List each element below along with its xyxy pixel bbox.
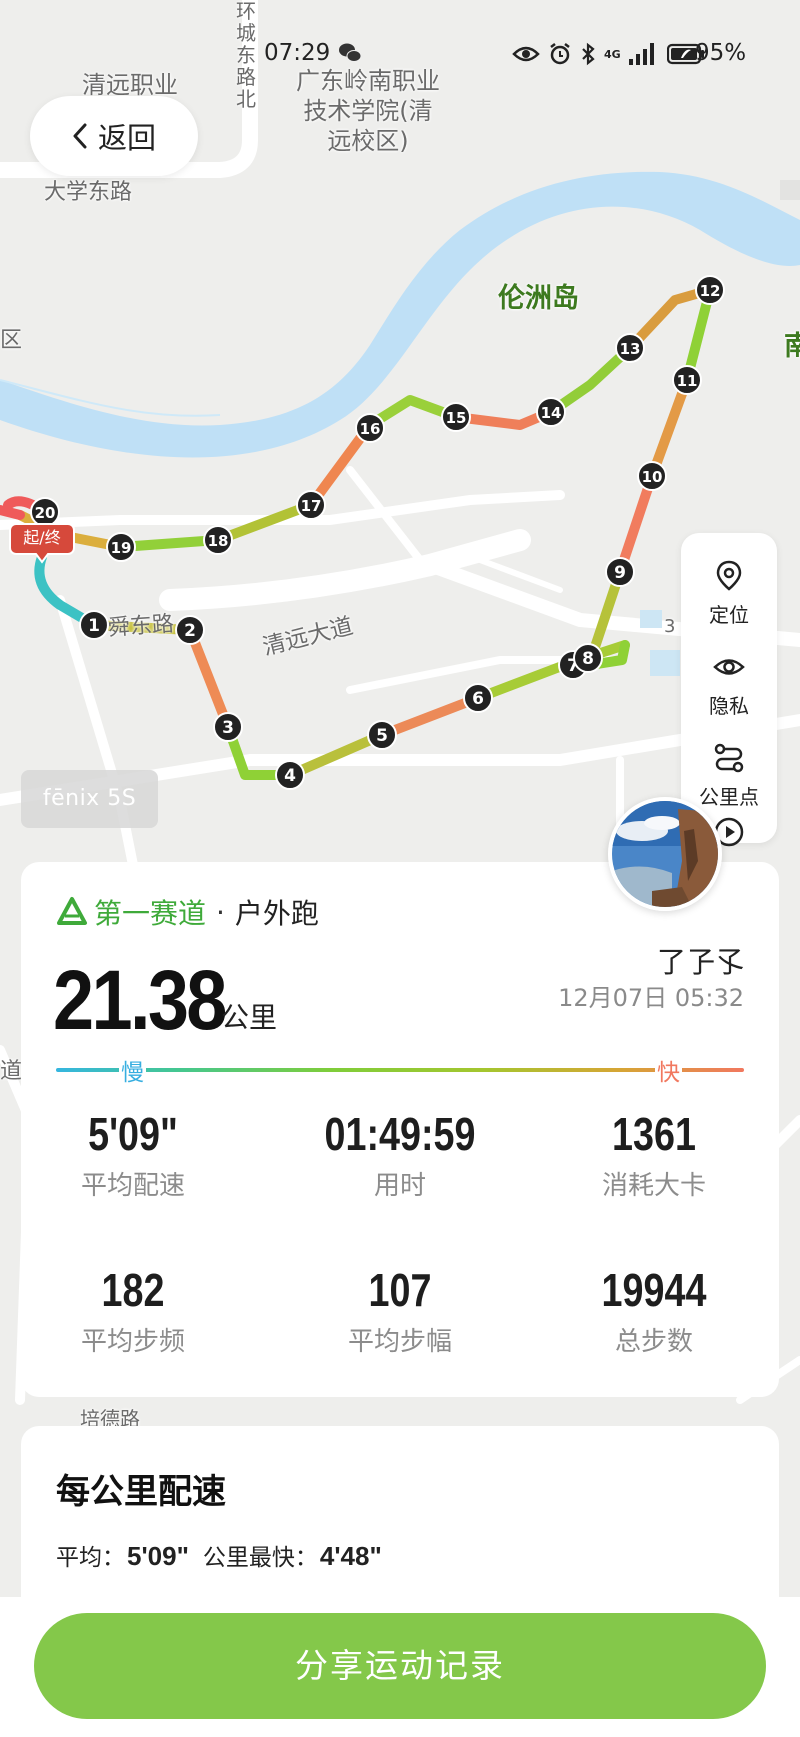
avatar[interactable]: [608, 797, 722, 911]
km-marker: 11: [677, 372, 698, 390]
stat-label: 总步数: [614, 1327, 693, 1357]
km-marker: 10: [642, 468, 663, 486]
stat-label: 用时: [373, 1171, 426, 1201]
status-bar: 07:29 4G 95%: [0, 36, 800, 72]
share-button[interactable]: 分享运动记录: [34, 1613, 766, 1719]
km-marker: 6: [472, 689, 484, 709]
stat-value: 182: [101, 1264, 165, 1316]
km-marker: 1: [88, 616, 100, 636]
run-datetime: 12月07日 05:32: [558, 984, 744, 1012]
km-marker: 19: [111, 539, 132, 557]
stat-value: 01:49:59: [324, 1108, 476, 1160]
km-marker: 9: [614, 563, 626, 583]
privacy-label: 隐私: [709, 694, 749, 718]
km-marker: 17: [301, 497, 322, 515]
distance-unit: 公里: [221, 1001, 278, 1034]
map-label-college: 广东岭南职业 技术学院(清 远校区): [296, 67, 440, 155]
pace-fast-label: 快: [655, 1053, 682, 1087]
km-marker: 12: [700, 282, 721, 300]
km-marker: 20: [35, 504, 56, 522]
brand-name: 第一赛道: [94, 897, 207, 930]
km-marker: 8: [582, 649, 594, 669]
wechat-icon: [339, 43, 362, 62]
alarm-icon: [550, 43, 570, 65]
km-marker: 5: [376, 726, 388, 746]
battery-percent: 95%: [695, 40, 747, 66]
pace-slow-label: 慢: [119, 1053, 146, 1087]
map-label-road: 大学东路: [44, 180, 133, 205]
summary-card: 第一赛道 · 户外跑 21.38 公里 了孒孓 12月07日 05:32 慢 快…: [21, 862, 779, 1397]
chevron-left-icon: [73, 123, 87, 149]
stat-label: 平均配速: [80, 1171, 185, 1201]
status-time: 07:29: [264, 40, 331, 66]
km-marker: 18: [208, 532, 229, 550]
pace-fastest-label: 公里最快：: [202, 1545, 318, 1571]
km-marker: 4: [284, 766, 296, 786]
stat-value: 19944: [601, 1264, 707, 1316]
pace-fastest-value: 4'48": [319, 1541, 382, 1571]
map-label-road: 舜东路: [107, 611, 175, 642]
map-label-island: 伦洲岛: [498, 283, 579, 314]
bluetooth-icon: [582, 42, 595, 66]
network-type: 4G: [604, 47, 621, 61]
signal-icon: [628, 43, 654, 65]
km-marker: 16: [360, 420, 381, 438]
km-marker: 2: [184, 621, 196, 641]
route-icon: [714, 743, 744, 773]
pace-card-title: 每公里配速: [56, 1472, 226, 1512]
activity-type: 户外跑: [234, 897, 319, 930]
pace-summary: 平均： 5'09" 公里最快： 4'48": [56, 1538, 396, 1572]
stat-cadence: 182 平均步频: [23, 1263, 243, 1358]
km-points-label: 公里点: [699, 785, 759, 809]
stat-avg-pace: 5'09" 平均配速: [23, 1107, 243, 1202]
start-end-pin: 起/终: [9, 523, 75, 564]
avatar-image: [612, 801, 718, 907]
stat-stride: 107 平均步幅: [290, 1263, 510, 1358]
brand-separator: ·: [216, 895, 225, 929]
pace-avg-value: 5'09": [127, 1541, 189, 1571]
pace-gradient-bar: [56, 1068, 744, 1072]
user-name: 了孒孓: [656, 945, 744, 979]
stat-value: 5'09": [88, 1108, 178, 1160]
eye-icon: [713, 659, 745, 675]
privacy-button[interactable]: 隐私: [681, 650, 777, 719]
locate-button[interactable]: 定位: [681, 559, 777, 628]
stat-total-steps: 19944 总步数: [544, 1263, 764, 1358]
stat-value: 107: [368, 1264, 432, 1316]
eye-icon: [512, 46, 540, 62]
distance-value: 21.38: [53, 953, 227, 1047]
map-label-road: 3: [664, 616, 676, 637]
stat-value: 1361: [612, 1108, 696, 1160]
pace-avg-label: 平均：: [56, 1545, 125, 1571]
km-marker: 15: [446, 409, 467, 427]
stat-label: 平均步频: [80, 1327, 185, 1357]
start-end-label: 起/终: [23, 528, 60, 547]
locate-label: 定位: [709, 603, 749, 627]
km-marker: 13: [620, 340, 641, 358]
device-badge: fēnix 5S: [21, 770, 158, 828]
stat-label: 平均步幅: [347, 1327, 452, 1357]
stat-duration: 01:49:59 用时: [290, 1107, 510, 1202]
km-marker: 14: [541, 404, 562, 422]
brand-row: 第一赛道 · 户外跑: [56, 892, 319, 932]
stat-label: 消耗大卡: [601, 1171, 706, 1201]
map-toolbar: 定位 隐私 公里点: [681, 533, 777, 847]
stat-calories: 1361 消耗大卡: [544, 1107, 764, 1202]
location-pin-icon: [716, 560, 742, 591]
map-label-edge: 南: [784, 331, 800, 362]
back-button[interactable]: 返回: [30, 96, 198, 176]
km-marker: 3: [222, 718, 234, 738]
back-label: 返回: [97, 121, 156, 155]
status-icons: 4G: [512, 42, 705, 66]
map-label-road: 区: [0, 328, 23, 353]
map-label-road: 道: [0, 1059, 23, 1084]
brand-logo-icon: [57, 897, 87, 925]
km-points-button[interactable]: 公里点: [681, 741, 777, 810]
